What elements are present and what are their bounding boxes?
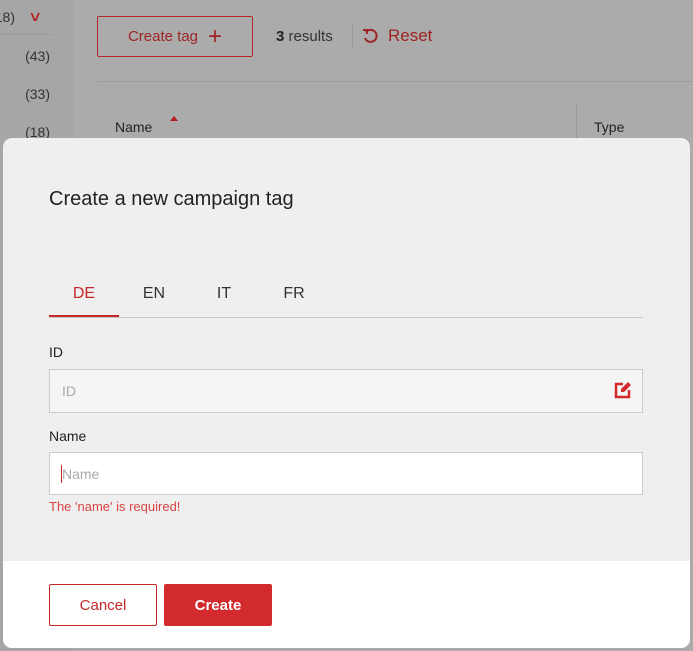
- results-label: results: [288, 28, 333, 45]
- divider: [0, 34, 52, 35]
- id-input[interactable]: [49, 369, 643, 413]
- create-tag-label: Create tag: [127, 28, 199, 45]
- tab-it[interactable]: IT: [189, 276, 259, 317]
- filter-count: (18): [0, 9, 15, 25]
- reset-label: Reset: [388, 26, 433, 45]
- results-count: 3 results: [276, 28, 333, 45]
- name-input[interactable]: [49, 452, 643, 495]
- reset-icon: [363, 28, 378, 43]
- language-tabs: DE EN IT FR: [49, 276, 643, 318]
- filter-count: (43): [25, 48, 50, 64]
- reset-button[interactable]: Reset: [362, 26, 432, 46]
- name-error-message: The 'name' is required!: [49, 499, 181, 514]
- column-header-name[interactable]: Name: [115, 119, 152, 135]
- dialog-footer: Cancel Create: [3, 561, 690, 648]
- cancel-button[interactable]: Cancel: [49, 584, 157, 626]
- id-label: ID: [49, 344, 63, 360]
- chevron-down-icon[interactable]: ∨: [28, 8, 42, 25]
- tab-fr[interactable]: FR: [259, 276, 329, 317]
- column-header-type[interactable]: Type: [594, 119, 624, 135]
- divider: [97, 81, 693, 82]
- sort-asc-icon[interactable]: [170, 116, 178, 121]
- filter-count: (33): [25, 86, 50, 102]
- edit-icon[interactable]: [613, 380, 633, 400]
- tab-de[interactable]: DE: [49, 276, 119, 317]
- create-tag-dialog: Create a new campaign tag DE EN IT FR ID…: [3, 138, 690, 648]
- tab-en[interactable]: EN: [119, 276, 189, 317]
- divider: [352, 25, 353, 49]
- plus-icon: +: [208, 22, 223, 50]
- create-tag-button[interactable]: Create tag +: [97, 16, 253, 57]
- text-caret: [61, 465, 62, 483]
- dialog-title: Create a new campaign tag: [49, 188, 294, 210]
- create-button[interactable]: Create: [164, 584, 272, 626]
- results-number: 3: [276, 28, 285, 45]
- name-label: Name: [49, 428, 87, 444]
